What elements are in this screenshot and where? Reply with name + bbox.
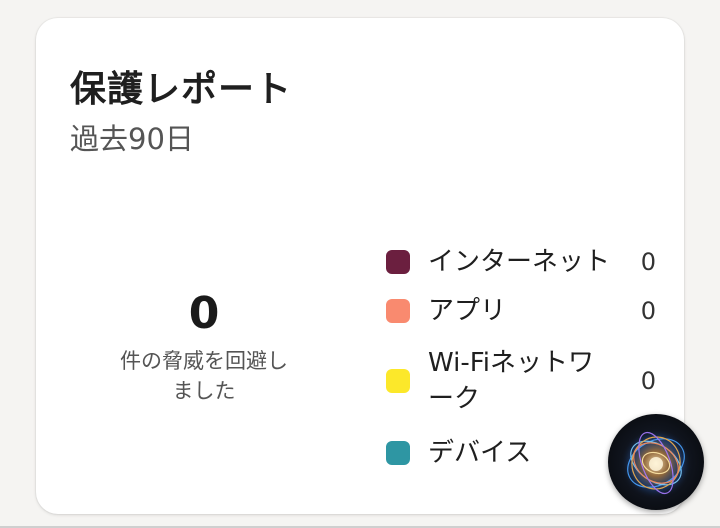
legend-label-devices: デバイス bbox=[428, 438, 532, 468]
legend-swatch-internet bbox=[386, 250, 410, 274]
legend-value-internet: 0 bbox=[640, 248, 656, 276]
report-title: 保護レポート bbox=[70, 69, 293, 110]
protection-report-card: 保護レポート 過去90日 0 件の脅威を回避しました インターネット 0 アプリ… bbox=[36, 18, 684, 514]
legend-label-wifi: Wi-Fiネットワーク bbox=[428, 348, 595, 414]
report-period: 過去90日 bbox=[70, 122, 194, 156]
legend-label-apps: アプリ bbox=[428, 296, 507, 326]
legend-swatch-wifi bbox=[386, 369, 410, 393]
ai-assistant-button[interactable] bbox=[608, 414, 704, 510]
legend-swatch-apps bbox=[386, 299, 410, 323]
threats-caption: 件の脅威を回避しました bbox=[120, 349, 288, 403]
legend-value-wifi: 0 bbox=[640, 367, 656, 395]
ai-assistant-orb-icon bbox=[616, 422, 696, 502]
legend-item-apps: アプリ 0 bbox=[386, 288, 656, 334]
legend-value-apps: 0 bbox=[640, 297, 656, 325]
threats-summary: 0 件の脅威を回避しました bbox=[120, 288, 288, 406]
legend-item-wifi: Wi-Fiネットワーク 0 bbox=[386, 334, 656, 428]
legend-item-internet: インターネット 0 bbox=[386, 236, 656, 288]
legend-swatch-devices bbox=[386, 441, 410, 465]
legend-label-internet: インターネット bbox=[428, 247, 611, 277]
threats-count: 0 bbox=[188, 288, 220, 339]
